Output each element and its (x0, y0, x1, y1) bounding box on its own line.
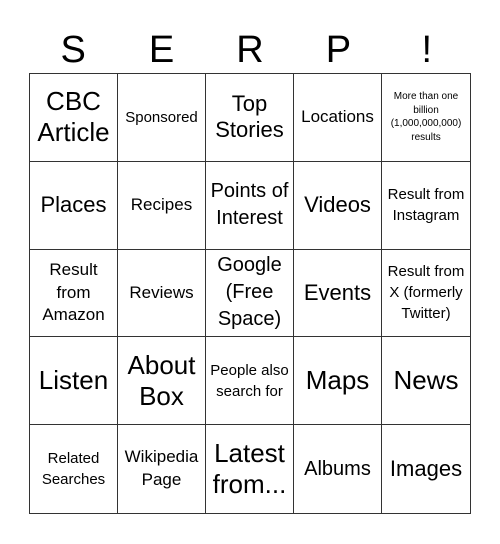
bingo-cell[interactable]: Images (382, 425, 470, 513)
cell-label: CBC Article (37, 86, 110, 148)
cell-label: More than one billion (1,000,000,000) re… (390, 91, 462, 143)
cell-label: Points of Interest (210, 180, 289, 230)
bingo-cell[interactable]: People also search for (206, 337, 294, 426)
header-letter: R (236, 29, 264, 71)
cell-label: Result from Instagram (387, 186, 465, 225)
cell-label: About Box (127, 349, 196, 411)
cell-label: Latest from... (212, 437, 287, 500)
cell-label: Google (Free Space) (217, 254, 282, 331)
bingo-cell[interactable]: News (382, 337, 470, 426)
bingo-cell[interactable]: Result from Amazon (30, 249, 118, 338)
cell-label: Top Stories (215, 91, 284, 143)
cell-label: Images (389, 455, 463, 481)
cell-label: Videos (304, 192, 371, 217)
bingo-cell[interactable]: Recipes (118, 161, 206, 250)
bingo-cell[interactable]: More than one billion (1,000,000,000) re… (382, 74, 470, 162)
free-space-cell[interactable]: Google (Free Space) (206, 249, 294, 338)
bingo-cell[interactable]: Latest from... (206, 425, 294, 513)
bingo-cell[interactable]: Result from X (formerly Twitter) (382, 250, 470, 338)
bingo-cell[interactable]: Points of Interest (206, 161, 294, 250)
cell-label: People also search for (210, 361, 289, 400)
cell-label: Related Searches (41, 450, 106, 489)
bingo-cell[interactable]: About Box (118, 337, 206, 426)
cell-label: Albums (304, 458, 371, 481)
bingo-cell[interactable]: Events (294, 249, 382, 338)
bingo-cell[interactable]: Albums (294, 425, 382, 513)
bingo-cell[interactable]: Places (30, 161, 118, 250)
cell-label: Recipes (130, 194, 193, 214)
bingo-cell[interactable]: Maps (294, 337, 382, 426)
bingo-cell[interactable]: Videos (294, 161, 382, 250)
bingo-cell[interactable]: Top Stories (206, 74, 294, 162)
cell-label: Result from Amazon (42, 259, 105, 325)
bingo-cell[interactable]: Result from Instagram (382, 162, 470, 250)
bingo-cell[interactable]: Listen (30, 337, 118, 426)
bingo-cell[interactable]: CBC Article (30, 74, 118, 162)
cell-label: Sponsored (125, 108, 198, 126)
bingo-cell[interactable]: Wikipedia Page (118, 425, 206, 513)
bingo-cell[interactable]: Related Searches (30, 425, 118, 513)
cell-label: News (393, 365, 459, 396)
cell-label: Listen (38, 365, 109, 396)
cell-label: Maps (305, 365, 370, 396)
bingo-grid: CBC Article Sponsored Top Stories Locati… (29, 73, 471, 514)
cell-label: Locations (301, 106, 374, 126)
cell-label: Result from X (formerly Twitter) (387, 263, 465, 323)
cell-label: Events (303, 279, 372, 305)
header-letter: P (325, 29, 352, 71)
bingo-cell[interactable]: Locations (294, 74, 382, 162)
cell-label: Reviews (129, 282, 194, 302)
bingo-header: S E R P ! (29, 28, 471, 73)
cell-label: Wikipedia Page (124, 447, 199, 490)
cell-label: Places (40, 192, 107, 217)
header-letter: E (148, 29, 175, 71)
bingo-cell[interactable]: Sponsored (118, 74, 206, 162)
header-letter: S (60, 29, 86, 71)
bingo-cell[interactable]: Reviews (118, 249, 206, 338)
header-letter: ! (421, 29, 433, 71)
